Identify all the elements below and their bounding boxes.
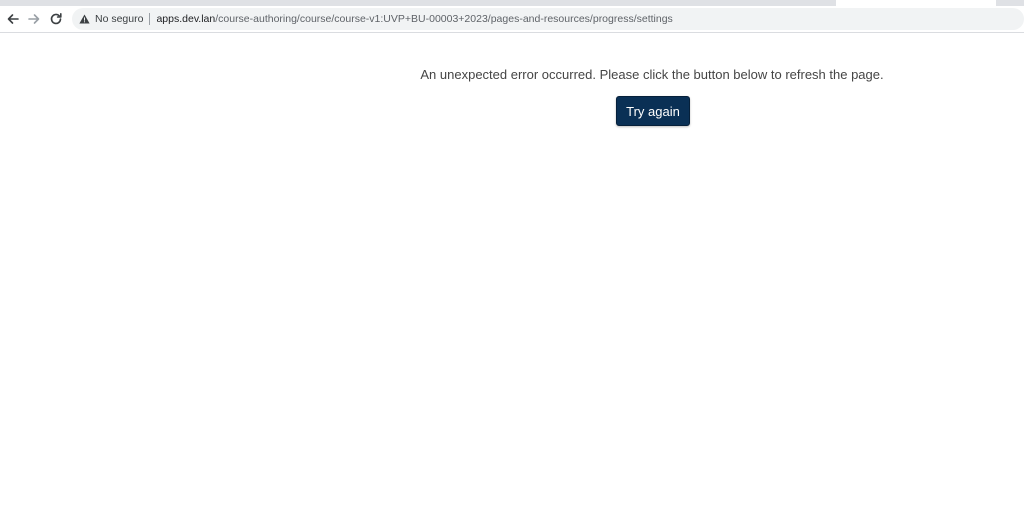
forward-button[interactable]: [24, 9, 44, 29]
back-button[interactable]: [3, 9, 23, 29]
url-host[interactable]: apps.dev.lan: [156, 13, 215, 25]
address-bar[interactable]: No seguro apps.dev.lan/course-authoring/…: [72, 8, 1024, 30]
warning-triangle-icon[interactable]: [78, 13, 90, 25]
reload-icon: [49, 12, 63, 26]
url-path[interactable]: /course-authoring/course/course-v1:UVP+B…: [215, 13, 673, 25]
arrow-right-icon: [27, 12, 41, 26]
error-message: An unexpected error occurred. Please cli…: [420, 67, 884, 82]
browser-toolbar: No seguro apps.dev.lan/course-authoring/…: [0, 6, 1024, 33]
security-status-label[interactable]: No seguro: [95, 13, 143, 25]
page-content: An unexpected error occurred. Please cli…: [0, 33, 1024, 520]
omnibox-divider: [149, 13, 151, 25]
reload-button[interactable]: [46, 9, 66, 29]
try-again-button[interactable]: Try again: [616, 96, 690, 126]
arrow-left-icon: [6, 12, 20, 26]
